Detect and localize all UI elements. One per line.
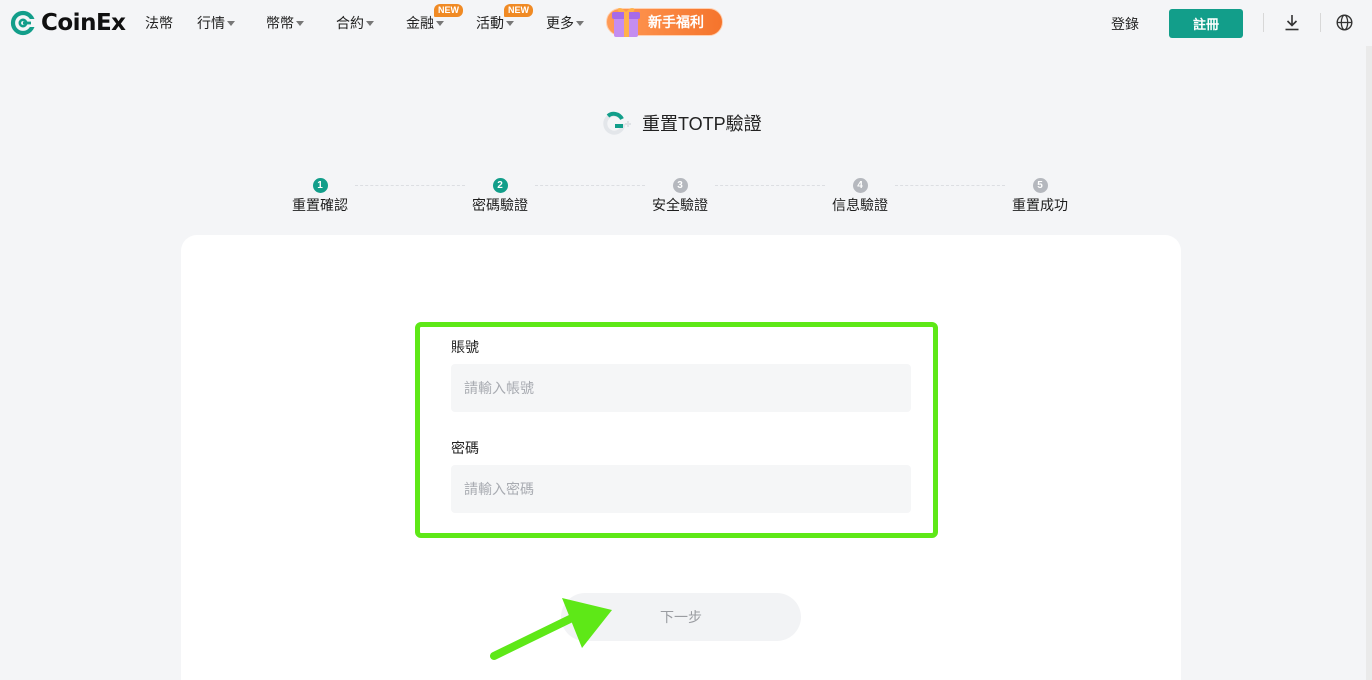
header-divider xyxy=(1263,13,1264,32)
nav-label: 活動 xyxy=(476,15,504,31)
coinex-logo-icon xyxy=(10,10,36,36)
page-title-row: 重置TOTP驗證 xyxy=(603,110,762,136)
step-number: 5 xyxy=(1032,178,1048,193)
nav-events[interactable]: 活動 NEW xyxy=(476,0,533,46)
step-label: 密碼驗證 xyxy=(472,197,528,213)
nav-fiat[interactable]: 法幣 xyxy=(145,0,173,46)
google-authenticator-icon xyxy=(603,111,631,135)
register-button[interactable]: 註冊 xyxy=(1169,9,1243,38)
nav-label: 金融 xyxy=(406,15,434,31)
page-title: 重置TOTP驗證 xyxy=(642,114,762,134)
caret-down-icon xyxy=(436,21,444,26)
logo-text: CoinEx xyxy=(41,10,126,36)
promo-label: 新手福利 xyxy=(648,14,704,30)
new-badge: NEW xyxy=(504,4,533,17)
caret-down-icon xyxy=(296,21,304,26)
step-reset-success: 5 重置成功 xyxy=(980,176,1100,215)
nav-label: 法幣 xyxy=(145,15,173,31)
caret-down-icon xyxy=(227,21,235,26)
step-number: 3 xyxy=(672,178,688,193)
gift-icon xyxy=(612,8,640,37)
caret-down-icon xyxy=(366,21,374,26)
nav-market[interactable]: 行情 xyxy=(197,0,235,46)
highlight-box xyxy=(415,322,938,538)
step-number: 2 xyxy=(492,178,508,193)
nav-spot[interactable]: 幣幣 xyxy=(266,0,304,46)
progress-stepper: 1 重置確認 2 密碼驗證 3 安全驗證 4 信息驗證 5 重置成功 xyxy=(260,176,1120,216)
nav-label: 幣幣 xyxy=(266,15,294,31)
caret-down-icon xyxy=(506,21,514,26)
step-label: 安全驗證 xyxy=(652,197,708,213)
nav-label: 更多 xyxy=(546,15,574,31)
newbie-rewards-button[interactable]: 新手福利 xyxy=(606,8,723,37)
header-divider xyxy=(1320,13,1321,32)
page-scrollbar[interactable] xyxy=(1366,46,1372,680)
login-link[interactable]: 登錄 xyxy=(1111,14,1139,34)
nav-label: 合約 xyxy=(336,15,364,31)
nav-more[interactable]: 更多 xyxy=(546,0,584,46)
step-number: 1 xyxy=(312,178,328,193)
step-security-verify: 3 安全驗證 xyxy=(620,176,740,215)
new-badge: NEW xyxy=(434,4,463,17)
next-step-label: 下一步 xyxy=(660,609,702,625)
pointer-arrow-icon xyxy=(490,598,612,660)
nav-futures[interactable]: 合約 xyxy=(336,0,374,46)
step-reset-confirm: 1 重置確認 xyxy=(260,176,380,215)
step-number: 4 xyxy=(852,178,868,193)
step-label: 重置成功 xyxy=(1012,197,1068,213)
register-label: 註冊 xyxy=(1192,17,1219,32)
download-icon[interactable] xyxy=(1284,13,1300,32)
step-label: 重置確認 xyxy=(292,197,348,213)
step-password-verify: 2 密碼驗證 xyxy=(440,176,560,215)
coinex-logo[interactable]: CoinEx xyxy=(10,10,126,36)
step-label: 信息驗證 xyxy=(832,197,888,213)
globe-icon[interactable] xyxy=(1336,14,1353,31)
step-info-verify: 4 信息驗證 xyxy=(800,176,920,215)
nav-label: 行情 xyxy=(197,15,225,31)
caret-down-icon xyxy=(576,21,584,26)
nav-finance[interactable]: 金融 NEW xyxy=(406,0,463,46)
